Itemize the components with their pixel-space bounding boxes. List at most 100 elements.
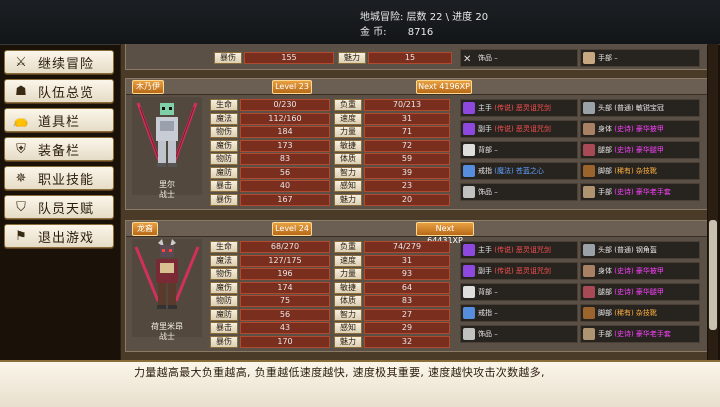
race-tag: 木乃伊: [132, 80, 164, 94]
stat-label: 感知: [334, 322, 362, 334]
menu-label: 职业技能: [38, 172, 95, 188]
stat-label: 力量: [334, 268, 362, 280]
stat-value: 75: [240, 295, 330, 307]
equip-slot[interactable]: 身体 (史诗) 豪华披甲: [580, 262, 700, 280]
equip-item-name: (传说) 恶灵诅咒剑: [494, 104, 551, 112]
stat-value: 70/213: [364, 99, 450, 111]
sword-icon: [463, 244, 475, 256]
equip-slot-label: 副手: [478, 125, 492, 133]
equip-slot[interactable]: 主手 (传说) 恶灵诅咒剑: [460, 99, 578, 117]
stat-value: 29: [364, 322, 450, 334]
stat-label: 生命: [210, 241, 238, 253]
sword-icon: [463, 123, 475, 135]
stat-value: 56: [240, 308, 330, 321]
equip-slot-hands[interactable]: 手部 –: [580, 49, 700, 67]
menu-exit-game[interactable]: ⚑ 退出游戏: [4, 224, 114, 248]
glove-icon: [583, 52, 595, 64]
stat-label: 体质: [334, 295, 362, 307]
stat-value: 32: [364, 335, 450, 348]
menu-party-overview[interactable]: ☗ 队伍总览: [4, 79, 114, 103]
stat-label: 敏捷: [334, 281, 362, 294]
race-tag: 龙裔: [132, 222, 158, 236]
stat-row: 魔伤 174 敏捷 64: [210, 281, 456, 294]
equip-slot[interactable]: 饰品 –: [460, 325, 578, 343]
menu-items[interactable]: 👝 道具栏: [4, 108, 114, 132]
equip-item-name: (稀有) 杂技靴: [614, 167, 657, 175]
glove-icon: [583, 186, 595, 198]
equip-slot[interactable]: 身体 (史诗) 豪华披甲: [580, 120, 700, 138]
equip-slot[interactable]: 头部 (普通) 敏锐宝冠: [580, 99, 700, 117]
wings-icon: [463, 286, 475, 298]
menu-class-skills[interactable]: ✵ 职业技能: [4, 166, 114, 190]
stat-value: 83: [364, 295, 450, 307]
equip-slot[interactable]: 戒指 (魔法) 苍蓝之心: [460, 162, 578, 180]
dragonborn-sprite-icon: [134, 239, 200, 309]
stat-row: 暴伤 167 魅力 20: [210, 193, 456, 206]
stat-label: 暴伤: [214, 52, 242, 64]
equip-item-name: –: [494, 146, 498, 154]
menu-equipment[interactable]: ⛨ 装备栏: [4, 137, 114, 161]
member-card[interactable]: 龙裔 Level 24 Next 64431XP 荷里米昂 战士 生命68/2: [125, 220, 707, 352]
equip-slot-label: 身体: [598, 125, 612, 133]
stat-row: 魔法 127/175 速度 31: [210, 254, 456, 267]
stat-label: 魔防: [210, 308, 238, 321]
equip-slot-label: 手部: [598, 188, 612, 196]
boots-icon: [583, 307, 595, 319]
stat-label: 魔防: [210, 166, 238, 179]
menu-member-talents[interactable]: ⛉ 队员天赋: [4, 195, 114, 219]
warrior-sprite-icon: [136, 102, 198, 167]
equip-slot[interactable]: 手部 (史诗) 豪华老手套: [580, 183, 700, 201]
stat-value: 83: [240, 153, 330, 165]
stat-value: 15: [368, 52, 452, 64]
gold-value: 8716: [407, 27, 434, 38]
equip-slot[interactable]: 脚部 (稀有) 杂技靴: [580, 162, 700, 180]
menu-continue-adventure[interactable]: ⚔ 继续冒险: [4, 50, 114, 74]
equip-slot[interactable]: 腿部 (史诗) 豪华腿甲: [580, 283, 700, 301]
stat-value: 64: [364, 281, 450, 294]
stat-label: 物伤: [210, 268, 238, 280]
equip-slot-label: 脚部: [598, 309, 612, 317]
stat-value: 40: [240, 180, 330, 192]
equip-slot[interactable]: 背部 –: [460, 141, 578, 159]
level-tag: Level 23: [272, 80, 312, 94]
stat-label: 暴伤: [210, 193, 238, 206]
bag-icon: 👝: [12, 112, 30, 128]
equip-item-name: (传说) 恶灵诅咒剑: [494, 267, 551, 275]
equip-slot[interactable]: 饰品 –: [460, 183, 578, 201]
equip-slot[interactable]: 头部 (普通) 钢角盔: [580, 241, 700, 259]
equip-slot[interactable]: 手部 (史诗) 豪华老手套: [580, 325, 700, 343]
equip-slot-label: 头部: [598, 104, 612, 112]
member-card[interactable]: 木乃伊 Level 23 Next 4196XP 里尔 战士 生命 0/230 负: [125, 78, 707, 210]
equip-slot[interactable]: 副手 (传说) 恶灵诅咒剑: [460, 262, 578, 280]
stat-value: 74/279: [364, 241, 450, 253]
equip-slot[interactable]: 戒指 –: [460, 304, 578, 322]
menu-label: 队伍总览: [38, 85, 95, 101]
stat-row: 暴伤 170 魅力 32: [210, 335, 456, 348]
gold-label: 金 币:: [360, 27, 387, 38]
equip-item-name: (传说) 恶灵诅咒剑: [494, 125, 551, 133]
glove-icon: [583, 328, 595, 340]
wings-icon: [463, 144, 475, 156]
talent-icon: ⛉: [16, 199, 26, 215]
equip-slot-accessory[interactable]: ✕ 饰品 –: [460, 49, 578, 67]
equip-item-name: (普通) 敏锐宝冠: [614, 104, 664, 112]
stat-value: 56: [240, 166, 330, 179]
stat-row: 物防 75 体质 83: [210, 295, 456, 307]
equip-slot-label: 饰品: [478, 188, 492, 196]
equip-slot[interactable]: 脚部 (稀有) 杂技靴: [580, 304, 700, 322]
scrollbar-thumb[interactable]: [709, 220, 717, 330]
equip-slot-label: 手部: [598, 330, 612, 338]
stat-value: 196: [240, 268, 330, 280]
equip-slot[interactable]: 主手 (传说) 恶灵诅咒剑: [460, 241, 578, 259]
equip-item-name: (史诗) 豪华披甲: [614, 125, 664, 133]
equip-slot[interactable]: 腿部 (史诗) 豪华腿甲: [580, 141, 700, 159]
scrollbar[interactable]: [708, 44, 718, 360]
menu-label: 队员天赋: [38, 201, 95, 217]
stat-label: 暴击: [210, 322, 238, 334]
equip-slot-label: 身体: [598, 267, 612, 275]
sword-icon: [463, 102, 475, 114]
stat-value: 167: [240, 193, 330, 206]
menu-label: 继续冒险: [38, 56, 95, 72]
equip-slot[interactable]: 背部 –: [460, 283, 578, 301]
equip-slot[interactable]: 副手 (传说) 恶灵诅咒剑: [460, 120, 578, 138]
